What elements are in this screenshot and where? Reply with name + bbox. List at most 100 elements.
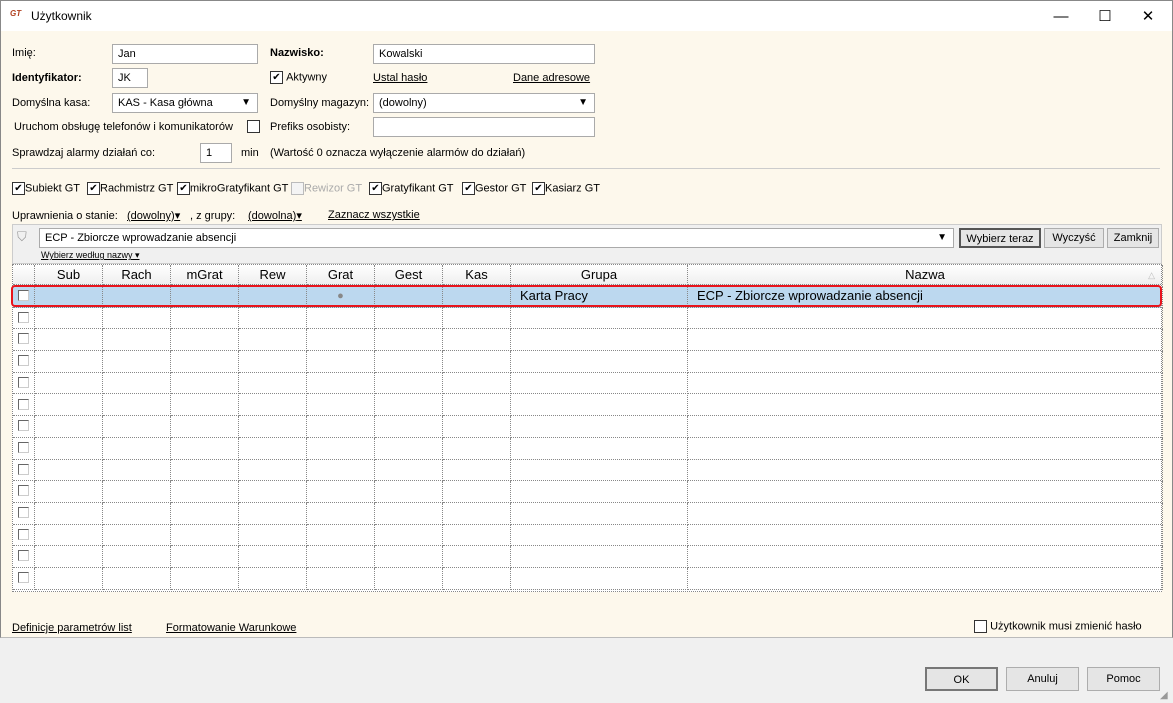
row-checkbox[interactable] <box>18 333 29 345</box>
table-row[interactable] <box>13 437 1163 460</box>
app-logo-icon: GT <box>10 9 22 18</box>
row-checkbox[interactable] <box>18 290 29 301</box>
table-row[interactable] <box>13 524 1163 547</box>
table-row[interactable] <box>13 568 1163 590</box>
last-name-input[interactable]: Kowalski <box>373 44 595 64</box>
module-label: Rewizor GT <box>304 182 363 195</box>
checkbox-box <box>12 182 25 195</box>
row-select-cell <box>13 437 35 460</box>
module-checkbox[interactable]: Rachmistrz GT <box>87 182 173 195</box>
row-checkbox[interactable] <box>18 485 29 497</box>
cell-sub <box>35 307 103 330</box>
module-checkbox[interactable]: mikroGratyfikant GT <box>177 182 288 195</box>
phones-checkbox[interactable] <box>247 120 260 133</box>
module-checkbox[interactable]: Kasiarz GT <box>532 182 600 195</box>
clear-button[interactable]: Wyczyść <box>1044 228 1104 248</box>
warehouse-select[interactable]: (dowolny) <box>373 93 595 113</box>
id-input[interactable]: JK <box>112 68 148 88</box>
table-row[interactable] <box>13 481 1163 503</box>
cell-rew <box>239 459 307 482</box>
cell-kas <box>443 481 511 503</box>
alarm-input[interactable]: 1 <box>200 143 232 163</box>
cell-grat <box>307 546 375 569</box>
cell-rew <box>239 372 307 395</box>
column-header[interactable]: Grat <box>307 265 375 285</box>
cell-nazwa <box>688 329 1163 352</box>
active-checkbox[interactable]: Aktywny <box>270 71 327 84</box>
column-header[interactable]: Rach <box>103 265 171 285</box>
state-filter-dropdown[interactable]: (dowolny)▾ <box>127 209 180 222</box>
close-button[interactable]: ✕ <box>1125 1 1171 32</box>
search-input[interactable]: ECP - Zbiorcze wprowadzanie absencji <box>39 228 954 248</box>
cell-rach <box>103 394 171 417</box>
cell-grupa <box>511 568 688 590</box>
permissions-grid[interactable]: Sub Rach mGrat Rew Grat Gest Kas Grupa Nazwa △ ● Ka… <box>12 264 1163 592</box>
cell-sub <box>35 568 103 590</box>
row-checkbox[interactable] <box>18 441 29 453</box>
filter-funnel-icon: ⛉ <box>17 229 27 244</box>
table-row[interactable] <box>13 416 1163 438</box>
row-checkbox[interactable] <box>18 463 29 475</box>
table-row[interactable] <box>13 394 1163 417</box>
must-change-password-label: Użytkownik musi zmienić hasło <box>990 620 1142 633</box>
prefix-input[interactable] <box>373 117 595 137</box>
row-checkbox[interactable] <box>18 528 29 540</box>
first-name-input[interactable]: Jan <box>112 44 258 64</box>
row-checkbox[interactable] <box>18 550 29 562</box>
table-row[interactable]: ● Karta Pracy ECP - Zbiorcze wprowadzanie … <box>13 286 1163 308</box>
column-header[interactable]: Nazwa <box>688 265 1163 285</box>
address-data-link[interactable]: Dane adresowe <box>513 72 590 84</box>
choose-now-button[interactable]: Wybierz teraz <box>959 228 1041 248</box>
help-button[interactable]: Pomoc <box>1087 667 1160 691</box>
column-header[interactable]: Rew <box>239 265 307 285</box>
column-header[interactable]: Gest <box>375 265 443 285</box>
row-checkbox[interactable] <box>18 507 29 518</box>
cash-select[interactable]: KAS - Kasa główna <box>112 93 258 113</box>
row-checkbox[interactable] <box>18 398 29 410</box>
cell-kas <box>443 329 511 352</box>
column-header[interactable]: mGrat <box>171 265 239 285</box>
cell-sub <box>35 351 103 373</box>
resize-grip-icon[interactable]: ◢ <box>1160 690 1168 701</box>
row-checkbox[interactable] <box>18 311 29 323</box>
cell-nazwa <box>688 394 1163 417</box>
cell-kas <box>443 416 511 438</box>
ok-button[interactable]: OK <box>925 667 998 691</box>
module-checkbox[interactable]: Gestor GT <box>462 182 526 195</box>
cell-sub <box>35 394 103 417</box>
param-defs-link[interactable]: Definicje parametrów list <box>12 622 132 634</box>
cond-format-link[interactable]: Formatowanie Warunkowe <box>166 622 296 634</box>
select-all-link[interactable]: Zaznacz wszystkie <box>328 209 420 221</box>
column-header[interactable]: Grupa <box>511 265 688 285</box>
cell-grupa <box>511 437 688 460</box>
column-header[interactable]: Sub <box>35 265 103 285</box>
maximize-button[interactable]: ☐ <box>1082 1 1128 32</box>
module-checkbox[interactable]: Gratyfikant GT <box>369 182 454 195</box>
table-row[interactable] <box>13 546 1163 569</box>
minimize-button[interactable]: — <box>1038 1 1084 32</box>
table-row[interactable] <box>13 307 1163 330</box>
cancel-button[interactable]: Anuluj <box>1006 667 1079 691</box>
cell-grupa <box>511 351 688 373</box>
set-password-link[interactable]: Ustal hasło <box>373 72 427 84</box>
column-header[interactable]: Kas <box>443 265 511 285</box>
cell-rew <box>239 307 307 330</box>
row-checkbox[interactable] <box>18 572 29 584</box>
table-row[interactable] <box>13 503 1163 525</box>
row-select-cell <box>13 524 35 547</box>
cell-nazwa <box>688 437 1163 460</box>
column-header[interactable] <box>13 265 35 285</box>
row-checkbox[interactable] <box>18 420 29 432</box>
cell-gest <box>375 286 443 308</box>
table-row[interactable] <box>13 372 1163 395</box>
close-search-button[interactable]: Zamknij <box>1107 228 1159 248</box>
table-row[interactable] <box>13 329 1163 352</box>
module-checkbox[interactable]: Subiekt GT <box>12 182 80 195</box>
table-row[interactable] <box>13 459 1163 482</box>
row-checkbox[interactable] <box>18 355 29 367</box>
row-checkbox[interactable] <box>18 376 29 388</box>
search-mode-dropdown[interactable]: Wybierz według nazwy ▾ <box>41 250 140 261</box>
must-change-password-checkbox[interactable]: Użytkownik musi zmienić hasło <box>974 620 1142 633</box>
table-row[interactable] <box>13 351 1163 373</box>
group-filter-dropdown[interactable]: (dowolna)▾ <box>248 209 302 222</box>
